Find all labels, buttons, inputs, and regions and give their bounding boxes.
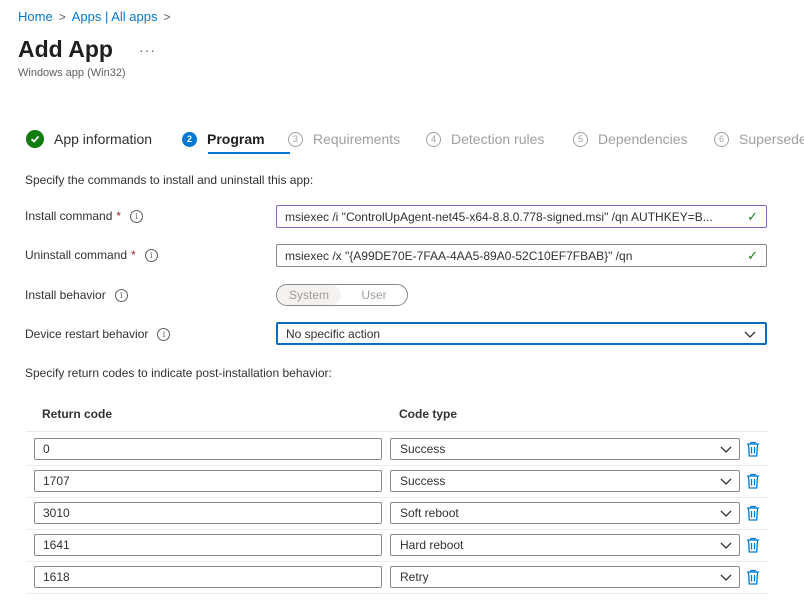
return-code-input[interactable]: 3010 (34, 502, 382, 524)
step-supersedence[interactable]: 6 Supersedence (714, 128, 804, 150)
info-icon[interactable]: i (144, 248, 158, 262)
return-code-input[interactable]: 1618 (34, 566, 382, 588)
chevron-right-icon: > (163, 9, 171, 24)
program-intro: Specify the commands to install and unin… (25, 173, 314, 187)
step-number-icon: 2 (182, 131, 197, 147)
install-behavior-toggle: System User (276, 284, 408, 306)
step-number-icon: 3 (288, 131, 303, 147)
return-code-input[interactable]: 1707 (34, 470, 382, 492)
breadcrumb-apps-link[interactable]: Apps | All apps (72, 9, 158, 24)
breadcrumb-home-link[interactable]: Home (18, 9, 53, 24)
row-divider (26, 497, 768, 498)
row-divider (26, 529, 768, 530)
step-label: App information (54, 131, 153, 147)
code-type-dropdown[interactable]: Hard reboot (390, 534, 740, 556)
code-type-dropdown[interactable]: Soft reboot (390, 502, 740, 524)
chevron-down-icon (720, 478, 732, 485)
install-command-label: Install command * i (25, 209, 144, 223)
chevron-down-icon (744, 331, 756, 338)
step-dependencies[interactable]: 5 Dependencies (573, 128, 688, 150)
return-codes-intro: Specify return codes to indicate post-in… (25, 366, 332, 380)
checkmark-icon: ✓ (747, 208, 758, 224)
delete-icon[interactable] (746, 537, 760, 553)
info-icon[interactable]: i (130, 209, 144, 223)
step-label: Dependencies (598, 131, 688, 147)
chevron-right-icon: > (58, 9, 66, 24)
install-behavior-label: Install behavior i (25, 288, 128, 302)
step-label: Detection rules (451, 131, 545, 147)
step-requirements[interactable]: 3 Requirements (288, 128, 400, 150)
code-type-dropdown[interactable]: Success (390, 470, 740, 492)
page-subtitle: Windows app (Win32) (18, 67, 126, 79)
column-header-return-code: Return code (42, 407, 113, 421)
info-icon[interactable]: i (157, 327, 171, 341)
required-marker: * (116, 209, 122, 223)
step-number-icon: 4 (426, 131, 441, 147)
return-code-input[interactable]: 1641 (34, 534, 382, 556)
step-app-information[interactable]: App information (26, 128, 152, 150)
active-step-indicator (208, 152, 290, 154)
device-restart-label: Device restart behavior i (25, 327, 171, 341)
step-label: Supersedence (739, 131, 804, 147)
row-divider (26, 593, 768, 594)
delete-icon[interactable] (746, 569, 760, 585)
column-header-code-type: Code type (399, 407, 458, 421)
code-type-dropdown[interactable]: Retry (390, 566, 740, 588)
uninstall-command-label: Uninstall command * i (25, 248, 158, 262)
page-title: Add App (18, 36, 113, 62)
chevron-down-icon (720, 510, 732, 517)
step-program[interactable]: 2 Program (182, 128, 265, 150)
return-code-input[interactable]: 0 (34, 438, 382, 460)
info-icon[interactable]: i (114, 288, 128, 302)
step-detection-rules[interactable]: 4 Detection rules (426, 128, 544, 150)
chevron-down-icon (720, 542, 732, 549)
header-divider (26, 431, 768, 432)
more-options-icon[interactable]: ··· (139, 42, 156, 58)
install-command-input[interactable]: msiexec /i "ControlUpAgent-net45-x64-8.8… (276, 205, 767, 228)
chevron-down-icon (720, 446, 732, 453)
breadcrumb: Home > Apps | All apps > (18, 9, 170, 24)
wizard-steps: App information 2 Program 3 Requirements… (26, 128, 804, 158)
step-label: Program (207, 131, 265, 147)
delete-icon[interactable] (746, 505, 760, 521)
checkmark-circle-icon (26, 130, 44, 148)
uninstall-command-input[interactable]: msiexec /x "{A99DE70E-7FAA-4AA5-89A0-52C… (276, 244, 767, 267)
step-number-icon: 5 (573, 131, 588, 147)
delete-icon[interactable] (746, 441, 760, 457)
chevron-down-icon (720, 574, 732, 581)
row-divider (26, 465, 768, 466)
install-behavior-user[interactable]: User (341, 285, 407, 305)
delete-icon[interactable] (746, 473, 760, 489)
checkmark-icon: ✓ (747, 247, 758, 263)
code-type-dropdown[interactable]: Success (390, 438, 740, 460)
required-marker: * (131, 248, 136, 262)
step-number-icon: 6 (714, 131, 729, 147)
device-restart-dropdown[interactable]: No specific action (276, 322, 767, 345)
step-label: Requirements (313, 131, 401, 147)
row-divider (26, 561, 768, 562)
install-behavior-system[interactable]: System (277, 285, 341, 305)
